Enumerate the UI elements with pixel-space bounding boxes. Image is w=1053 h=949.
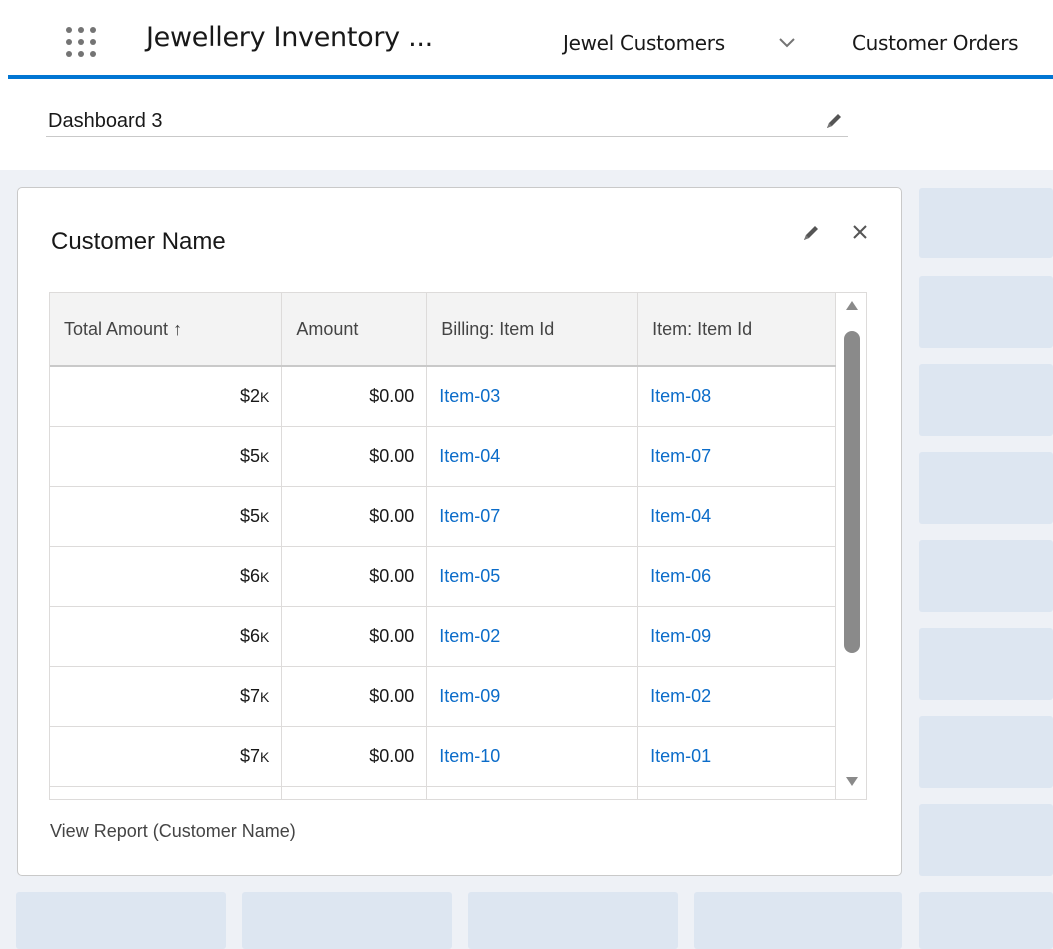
- total-amount-cell: $5K: [50, 486, 283, 547]
- active-tab-indicator: [8, 75, 1053, 79]
- item-link[interactable]: Item-01: [637, 726, 836, 787]
- column-header-item-id[interactable]: Item: Item Id: [637, 293, 836, 367]
- dashboard-title-input[interactable]: Dashboard 3: [48, 110, 163, 133]
- chevron-down-icon[interactable]: [778, 36, 796, 50]
- table-row: $2K $0.00 Item-03 Item-08: [50, 366, 836, 427]
- nav-tab-jewel-customers[interactable]: Jewel Customers: [563, 31, 725, 55]
- amount-cell: $0.00: [281, 486, 428, 547]
- billing-item-link[interactable]: Item-07: [426, 486, 639, 547]
- total-amount-cell: $5K: [50, 426, 283, 487]
- total-amount-cell: $6K: [50, 606, 283, 667]
- view-report-link[interactable]: View Report (Customer Name): [50, 821, 296, 842]
- grid-placeholder-tile: [16, 892, 226, 949]
- pencil-icon[interactable]: [823, 110, 845, 132]
- column-header-amount[interactable]: Amount: [281, 293, 428, 367]
- table-row: $5K $0.00 Item-04 Item-07: [50, 426, 836, 487]
- amount-cell: $0.00: [281, 366, 428, 427]
- grid-placeholder-tile: [694, 892, 902, 949]
- table-row: $6K $0.00 Item-05 Item-06: [50, 546, 836, 607]
- app-title: Jewellery Inventory ...: [146, 22, 433, 53]
- grid-placeholder-tile: [468, 892, 678, 949]
- billing-item-link[interactable]: Item-10: [426, 726, 639, 787]
- grid-placeholder-tile: [919, 364, 1053, 436]
- table-row: $6K $0.00 Item-02 Item-09: [50, 606, 836, 667]
- pencil-icon[interactable]: [800, 222, 822, 244]
- table-row: $7K $0.00 Item-09 Item-02: [50, 666, 836, 727]
- grid-placeholder-tile: [919, 276, 1053, 348]
- amount-cell: $0.00: [281, 426, 428, 487]
- billing-item-link[interactable]: Item-04: [426, 426, 639, 487]
- total-amount-cell: $6K: [50, 546, 283, 607]
- widget-title: Customer Name: [51, 228, 226, 255]
- report-table-container: Total Amount ↑ Amount Billing: Item Id I…: [49, 292, 867, 800]
- table-row: $7K $0.00 Item-10 Item-01: [50, 726, 836, 787]
- grid-placeholder-tile: [242, 892, 452, 949]
- billing-item-link[interactable]: Item-09: [426, 666, 639, 727]
- grid-placeholder-tile: [919, 452, 1053, 524]
- grid-placeholder-tile: [919, 188, 1053, 258]
- total-amount-cell: $7K: [50, 726, 283, 787]
- table-row-partial: [50, 786, 836, 799]
- table-row: $5K $0.00 Item-07 Item-04: [50, 486, 836, 547]
- app-header: Jewellery Inventory ... Jewel Customers …: [0, 0, 1053, 79]
- item-link[interactable]: Item-06: [637, 546, 836, 607]
- close-icon[interactable]: [849, 221, 871, 243]
- item-link[interactable]: Item-08: [637, 366, 836, 427]
- dashboard-title-underline: [46, 136, 848, 137]
- scrollbar-thumb[interactable]: [844, 331, 860, 653]
- amount-cell: $0.00: [281, 666, 428, 727]
- grid-placeholder-tile: [919, 540, 1053, 612]
- column-header-billing-item-id[interactable]: Billing: Item Id: [426, 293, 639, 367]
- billing-item-link[interactable]: Item-05: [426, 546, 639, 607]
- item-link[interactable]: Item-09: [637, 606, 836, 667]
- grid-placeholder-tile: [919, 804, 1053, 876]
- scroll-up-arrow-icon[interactable]: [846, 301, 858, 310]
- amount-cell: $0.00: [281, 606, 428, 667]
- dashboard-widget-card: Customer Name Total Amount ↑ Amount Bill…: [17, 187, 902, 876]
- nav-tab-customer-orders[interactable]: Customer Orders: [852, 31, 1019, 55]
- table-scrollbar[interactable]: [838, 293, 866, 799]
- total-amount-cell: $7K: [50, 666, 283, 727]
- app-launcher-waffle-icon[interactable]: [66, 27, 96, 57]
- billing-item-link[interactable]: Item-02: [426, 606, 639, 667]
- item-link[interactable]: Item-04: [637, 486, 836, 547]
- table-header-row: Total Amount ↑ Amount Billing: Item Id I…: [50, 293, 836, 367]
- grid-placeholder-tile: [919, 628, 1053, 700]
- grid-placeholder-tile: [919, 716, 1053, 788]
- item-link[interactable]: Item-02: [637, 666, 836, 727]
- report-table: Total Amount ↑ Amount Billing: Item Id I…: [50, 293, 836, 799]
- amount-cell: $0.00: [281, 546, 428, 607]
- scroll-down-arrow-icon[interactable]: [846, 777, 858, 786]
- item-link[interactable]: Item-07: [637, 426, 836, 487]
- amount-cell: $0.00: [281, 726, 428, 787]
- billing-item-link[interactable]: Item-03: [426, 366, 639, 427]
- column-header-total-amount[interactable]: Total Amount ↑: [50, 293, 283, 367]
- total-amount-cell: $2K: [50, 366, 283, 427]
- grid-placeholder-tile: [919, 892, 1053, 949]
